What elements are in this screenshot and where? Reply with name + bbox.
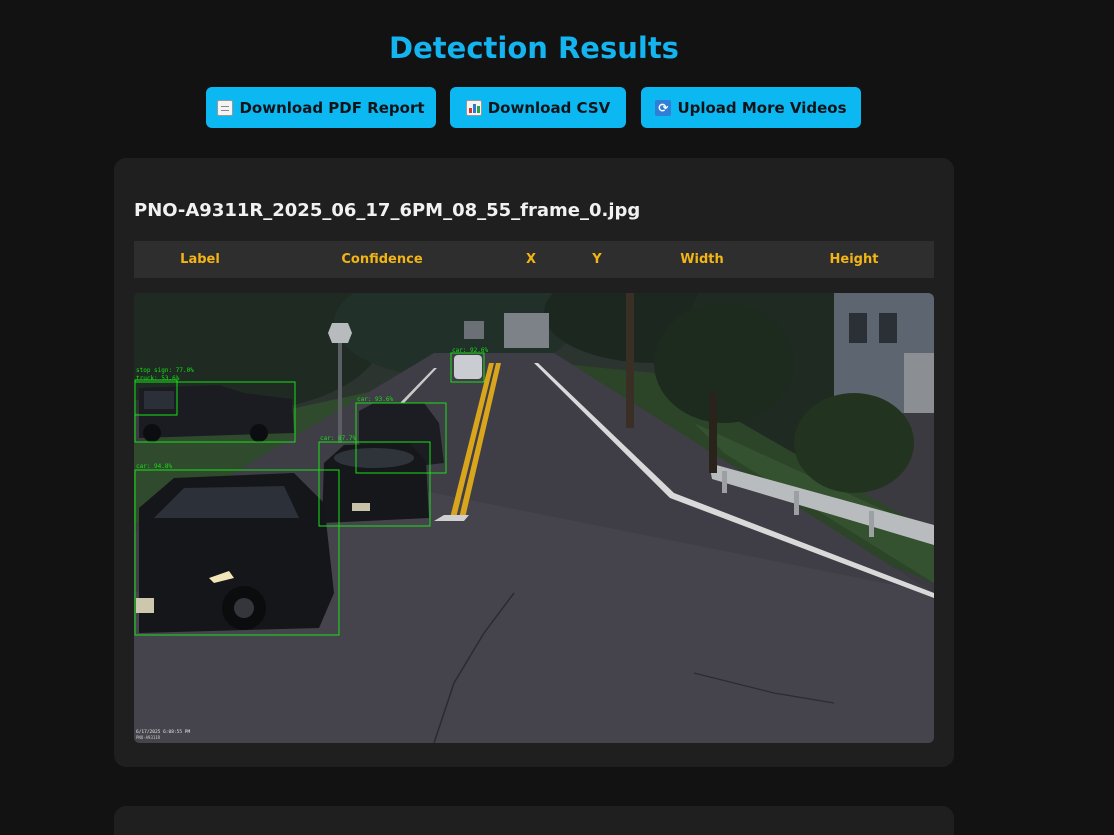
- result-filename: PNO-A9311R_2025_06_17_6PM_08_55_frame_0.…: [134, 200, 641, 221]
- detection-label-car-far: car: 92.6%: [452, 347, 489, 354]
- download-csv-label: Download CSV: [487, 98, 611, 117]
- detection-label-truck: truck: 53.6%: [136, 375, 180, 382]
- detection-label-stop-sign: stop sign: 77.0%: [136, 367, 194, 374]
- detections-table-header: Label Confidence X Y Width Height: [134, 241, 934, 278]
- document-icon: [217, 99, 234, 116]
- download-csv-button[interactable]: Download CSV: [450, 87, 626, 128]
- column-header-label: Label: [180, 252, 220, 267]
- download-pdf-report-label: Download PDF Report: [239, 98, 425, 117]
- upload-more-videos-button[interactable]: ⟳ Upload More Videos: [641, 87, 861, 128]
- camera-overlay: PNO-A9311R: [136, 735, 161, 740]
- page-title: Detection Results: [389, 31, 679, 65]
- upload-more-videos-label: Upload More Videos: [677, 98, 847, 117]
- column-header-y: Y: [592, 252, 602, 267]
- annotated-frame-image: stop sign: 77.0% truck: 53.6% car: 93.6%…: [134, 293, 934, 743]
- bar-chart-icon: [465, 99, 482, 116]
- detection-label-car-near: car: 94.8%: [136, 463, 173, 470]
- next-result-card: [114, 806, 954, 835]
- result-card: PNO-A9311R_2025_06_17_6PM_08_55_frame_0.…: [114, 158, 954, 767]
- column-header-width: Width: [680, 252, 724, 267]
- column-header-height: Height: [829, 252, 879, 267]
- column-header-confidence: Confidence: [341, 252, 423, 267]
- download-pdf-report-button[interactable]: Download PDF Report: [206, 87, 436, 128]
- detection-results-page: Detection Results Download PDF Report Do…: [0, 0, 1114, 835]
- refresh-icon: ⟳: [655, 99, 672, 116]
- detection-label-car-mid-2: car: 87.7%: [320, 435, 357, 442]
- detection-label-car-mid-1: car: 93.6%: [357, 396, 394, 403]
- action-toolbar: Download PDF Report Download CSV ⟳ Uploa…: [206, 87, 861, 128]
- column-header-x: X: [525, 252, 537, 267]
